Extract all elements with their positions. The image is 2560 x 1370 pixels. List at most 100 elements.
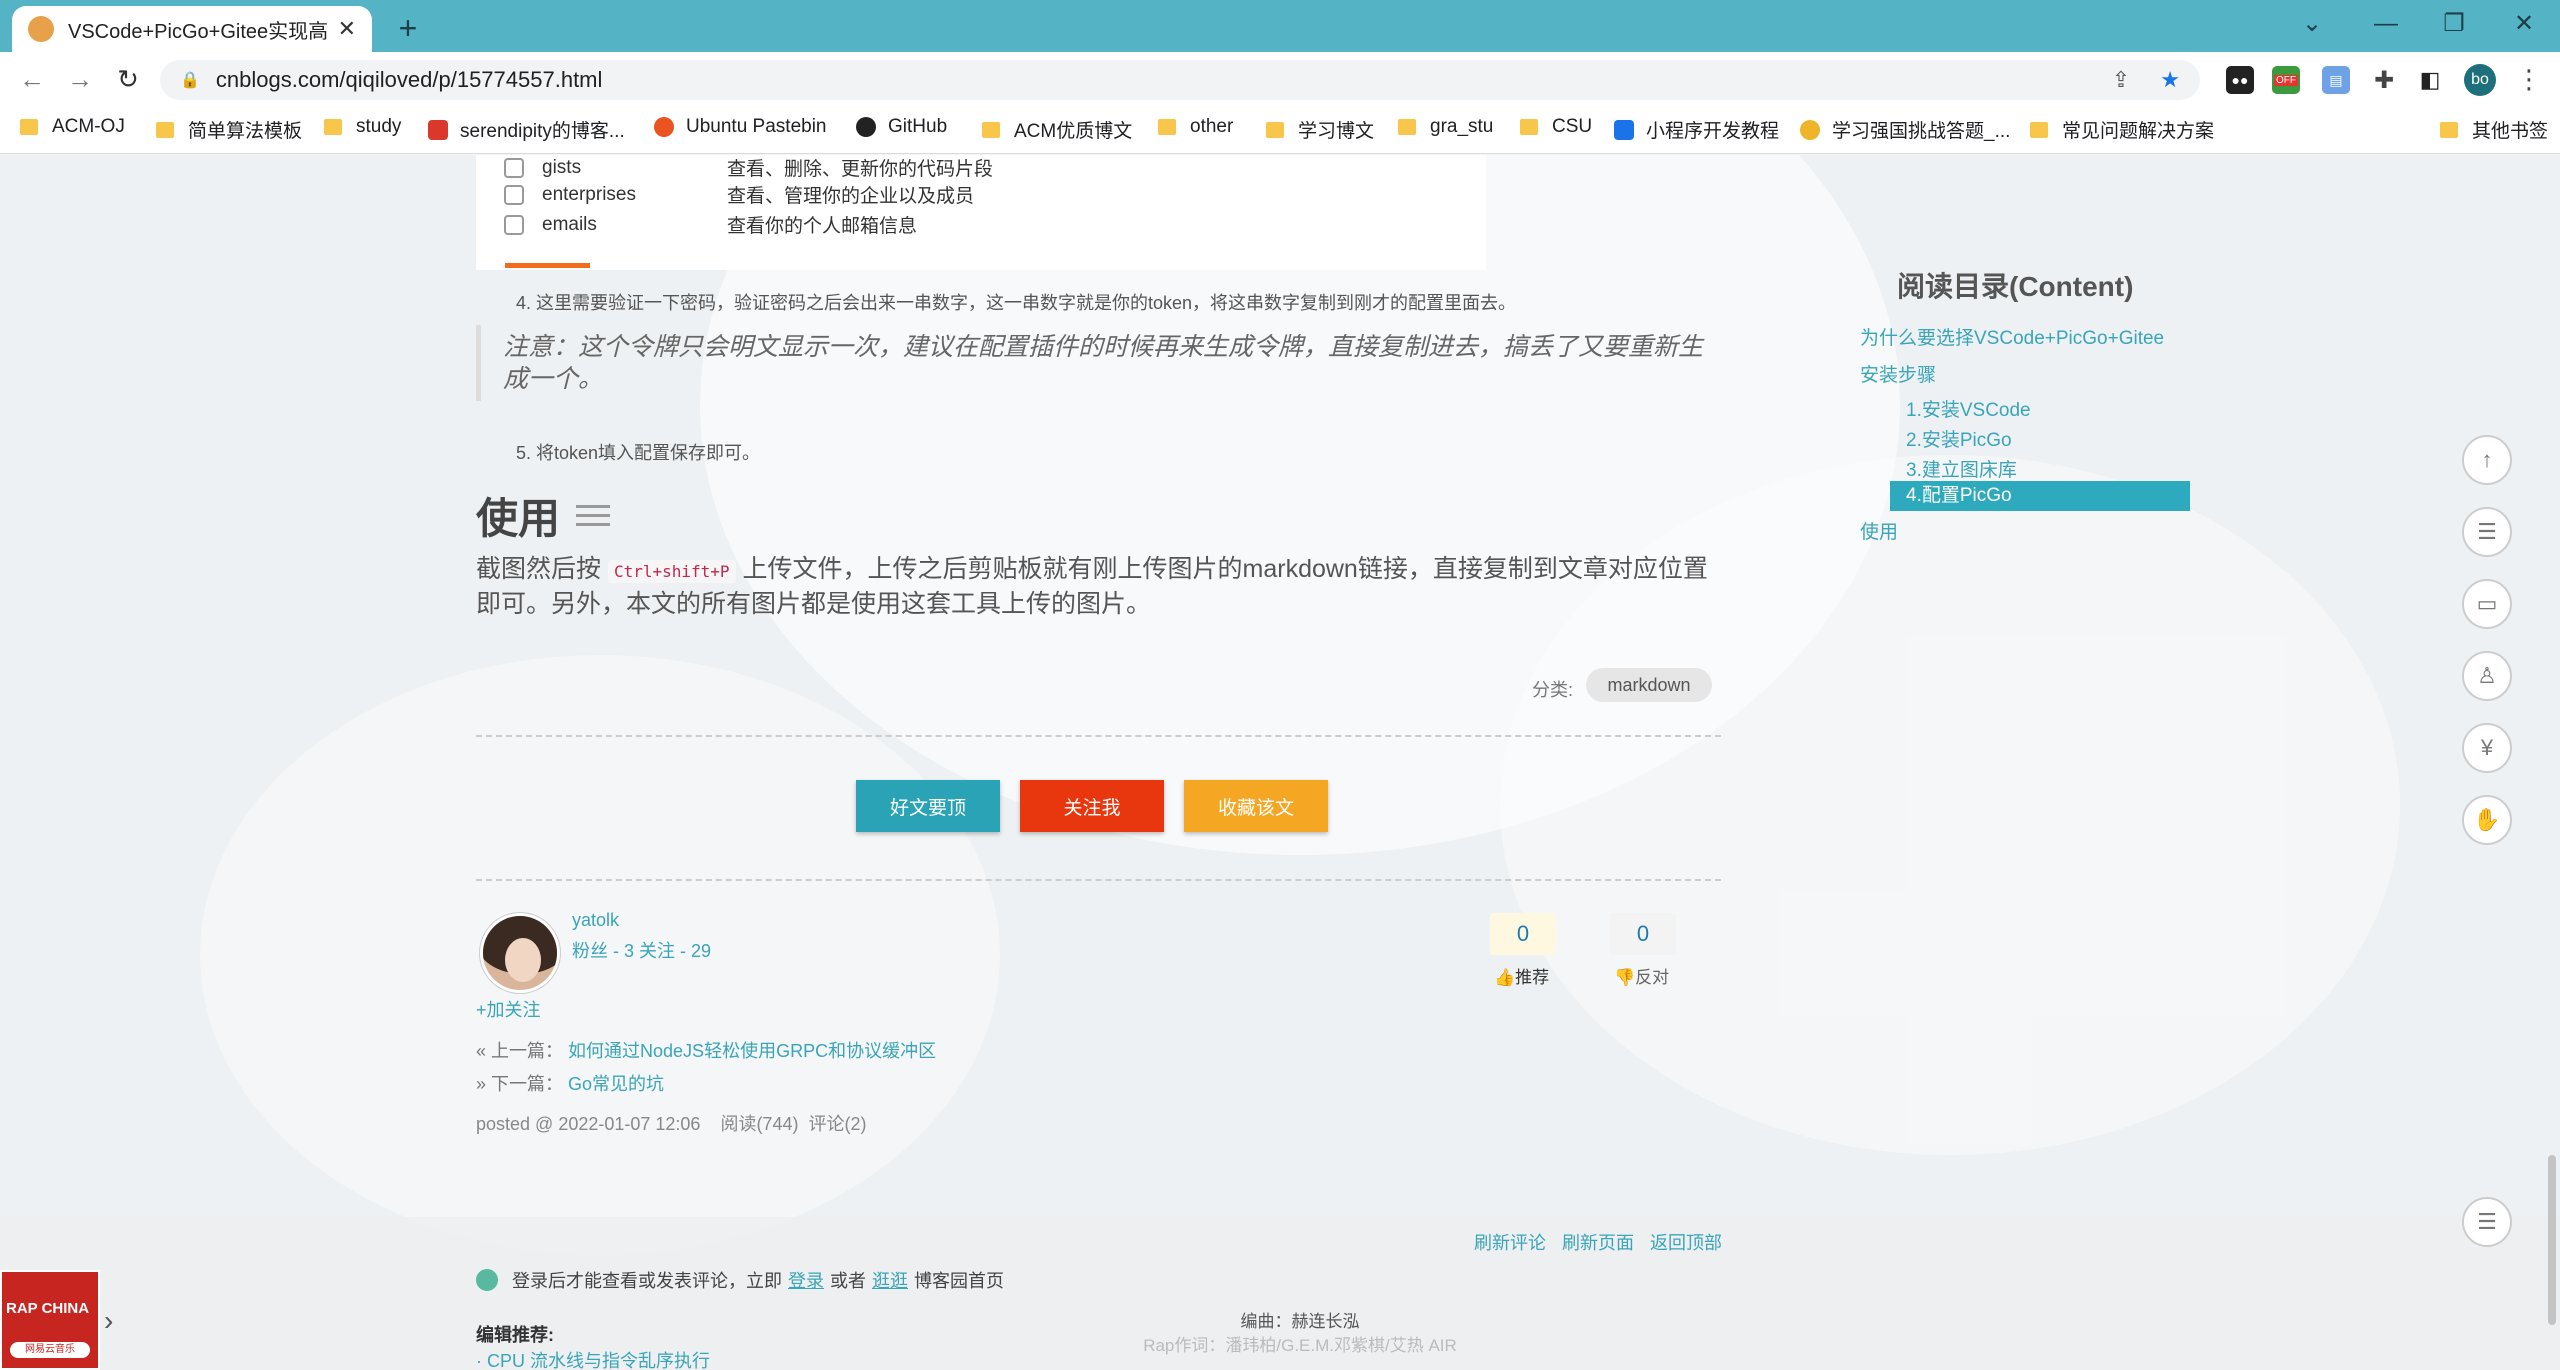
toc-item[interactable]: 3.建立图床库 — [1906, 455, 2017, 482]
extension-doc-icon[interactable]: ▤ — [2322, 66, 2350, 94]
address-bar[interactable]: 🔒 cnblogs.com/qiqiloved/p/15774557.html … — [160, 60, 2200, 100]
toc-item[interactable]: 安装步骤 — [1860, 360, 1936, 387]
login-suffix: 博客园首页 — [914, 1271, 1004, 1291]
tab-search-icon[interactable]: ⌄ — [2282, 6, 2342, 42]
maximize-button[interactable]: ❐ — [2424, 6, 2484, 42]
folder-icon — [2030, 121, 2048, 138]
site-favicon — [28, 16, 54, 42]
post-meta: posted @ 2022-01-07 12:06 阅读(744) 评论(2) — [476, 1114, 867, 1134]
new-tab-button[interactable]: + — [390, 10, 426, 47]
oppose-button[interactable]: 👎反对 — [1614, 963, 1669, 988]
toc-item[interactable]: 2.安装PicGo — [1906, 425, 2012, 452]
url-text[interactable]: cnblogs.com/qiqiloved/p/15774557.html — [216, 67, 2082, 93]
minimize-button[interactable]: — — [2356, 6, 2416, 42]
music-badge: 网易云音乐 — [10, 1342, 90, 1358]
bookmark-item[interactable]: Ubuntu Pastebin — [654, 116, 827, 138]
editor-recommend-item[interactable]: · CPU 流水线与指令乱序执行 — [476, 1347, 710, 1370]
list-icon[interactable] — [576, 503, 611, 529]
favorite-button[interactable]: 收藏该文 — [1184, 780, 1328, 832]
author-avatar[interactable] — [480, 913, 560, 993]
miniprogram-icon — [1614, 119, 1634, 140]
back-arrow-icon[interactable]: ← — [14, 64, 50, 95]
usage-paragraph: 截图然后按 Ctrl+shift+P 上传文件，上传之后剪贴板就有刚上传图片的m… — [476, 553, 1721, 620]
prev-post-link[interactable]: 如何通过NodeJS轻松使用GRPC和协议缓冲区 — [568, 1041, 936, 1061]
bookmark-item[interactable]: study — [324, 116, 401, 138]
recommend-button[interactable]: 👍推荐 — [1494, 963, 1549, 988]
bookmark-item[interactable]: GitHub — [856, 116, 947, 138]
bookmark-item[interactable]: CSU — [1520, 116, 1592, 138]
bookmark-label: 简单算法模板 — [188, 121, 303, 142]
bookmark-item[interactable]: 学习博文 — [1266, 116, 1374, 143]
add-follow-link[interactable]: +加关注 — [476, 996, 541, 1022]
author-name[interactable]: yatolk — [572, 910, 619, 931]
bookmark-label: 常见问题解决方案 — [2062, 121, 2215, 142]
toc-item[interactable]: 1.安装VSCode — [1906, 395, 2031, 422]
next-post-link[interactable]: Go常见的坑 — [568, 1074, 664, 1094]
bookmark-item[interactable]: 简单算法模板 — [156, 116, 302, 143]
comment-bubble-icon[interactable]: ▭ — [2462, 579, 2512, 629]
bookmark-item[interactable]: 常见问题解决方案 — [2030, 116, 2214, 143]
bookmark-item[interactable]: ACM优质博文 — [982, 116, 1132, 143]
bookmark-item[interactable]: 其他书签 — [2440, 116, 2548, 143]
bookmark-label: 学习博文 — [1298, 121, 1375, 142]
back-to-top-icon[interactable]: ↑ — [2462, 435, 2512, 485]
toc-item[interactable]: 使用 — [1860, 517, 1898, 544]
music-player-cover[interactable]: RAP CHINA 网易云音乐 — [0, 1270, 100, 1370]
toc-item[interactable]: 为什么要选择VSCode+PicGo+Gitee — [1860, 323, 2164, 350]
side-panel-icon[interactable]: ◧ — [2416, 66, 2444, 94]
extensions-puzzle-icon[interactable]: ✚ — [2370, 66, 2398, 94]
extension-glasses-icon[interactable]: ●● — [2226, 66, 2254, 94]
recommend-article-button[interactable]: 好文要顶 — [856, 780, 1000, 832]
extension-off-icon[interactable]: OFF — [2272, 66, 2300, 94]
lyric-line: Rap作词：潘玮柏/G.E.M.邓紫棋/艾热 AIR — [1143, 1336, 1457, 1355]
music-logo-text: RAP CHINA — [6, 1300, 90, 1317]
shirt-icon[interactable]: ♙ — [2462, 651, 2512, 701]
next-label: » 下一篇： — [476, 1074, 564, 1094]
bookmarks-bar: ACM-OJ 简单算法模板 study serendipity的博客... Ub… — [0, 106, 2560, 154]
browser-tab[interactable]: VSCode+PicGo+Gitee实现高效 ✕ — [12, 6, 372, 52]
browse-link[interactable]: 逛逛 — [872, 1267, 908, 1293]
forward-arrow-icon[interactable]: → — [62, 64, 98, 95]
close-window-button[interactable]: ✕ — [2494, 6, 2554, 42]
refresh-page-link[interactable]: 刷新页面 — [1562, 1229, 1634, 1255]
author-stats[interactable]: 粉丝 - 3 关注 - 29 — [572, 937, 711, 963]
bookmark-item[interactable]: 学习强国挑战答题_... — [1800, 116, 2010, 143]
permission-name: enterprises — [542, 183, 636, 205]
bookmark-item[interactable]: gra_stu — [1398, 116, 1493, 138]
bookmark-star-icon[interactable]: ★ — [2160, 67, 2180, 93]
reload-icon[interactable]: ↻ — [110, 64, 146, 95]
reward-icon[interactable]: ¥ — [2462, 723, 2512, 773]
divider — [476, 735, 1721, 737]
permission-desc: 查看、删除、更新你的代码片段 — [727, 159, 994, 180]
browser-menu-icon[interactable]: ⋮ — [2516, 64, 2542, 95]
follow-button[interactable]: 关注我 — [1020, 780, 1164, 832]
tab-close-icon[interactable]: ✕ — [338, 16, 356, 42]
bookmark-item[interactable]: other — [1158, 116, 1233, 138]
thumb-up-icon: 👍 — [1494, 968, 1516, 987]
paragraph-text: 截图然后按 — [476, 555, 602, 583]
login-link[interactable]: 登录 — [788, 1267, 824, 1293]
toc-list-icon[interactable]: ☰ — [2462, 507, 2512, 557]
bookmark-label: ACM-OJ — [52, 116, 125, 137]
category-tag[interactable]: markdown — [1586, 668, 1712, 702]
share-icon[interactable]: ⇪ — [2112, 67, 2130, 93]
page-content: gists 查看、删除、更新你的代码片段 enterprises 查看、管理你的… — [0, 155, 2560, 1370]
tab-title: VSCode+PicGo+Gitee实现高效 — [68, 20, 328, 43]
folder-icon — [324, 119, 342, 135]
back-top-link[interactable]: 返回顶部 — [1650, 1229, 1722, 1255]
chevron-right-icon[interactable]: › — [104, 1305, 113, 1337]
like-icon[interactable]: ✋ — [2462, 795, 2512, 845]
permission-row: emails 查看你的个人邮箱信息 — [504, 211, 917, 238]
toc-item-active[interactable]: 4.配置PicGo — [1890, 481, 2190, 511]
page-scrollbar[interactable] — [2548, 1155, 2556, 1325]
bookmark-label: CSU — [1552, 116, 1593, 137]
folder-icon — [156, 121, 174, 138]
ubuntu-icon — [654, 117, 674, 137]
bookmark-item[interactable]: ACM-OJ — [20, 116, 125, 138]
bookmark-item[interactable]: serendipity的博客... — [428, 116, 625, 143]
refresh-comments-link[interactable]: 刷新评论 — [1474, 1229, 1546, 1255]
menu-list-icon[interactable]: ☰ — [2462, 1197, 2512, 1247]
profile-avatar[interactable]: bo — [2464, 64, 2496, 96]
thumb-down-icon: 👎 — [1614, 968, 1636, 987]
bookmark-item[interactable]: 小程序开发教程 — [1614, 116, 1779, 143]
